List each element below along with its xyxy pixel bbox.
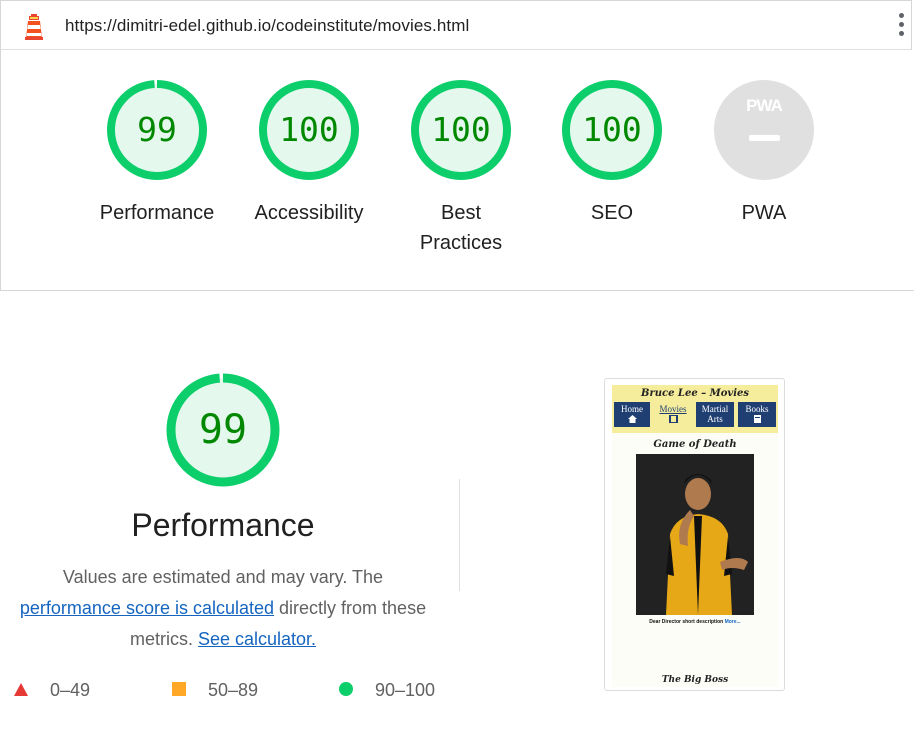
performance-description: Values are estimated and may vary. The p… xyxy=(0,562,446,655)
gauge-score: 100 xyxy=(279,110,339,149)
home-icon xyxy=(627,415,637,423)
gauge-seo[interactable]: 100 SEO xyxy=(547,80,677,228)
performance-detail: 99 Performance Values are estimated and … xyxy=(0,291,914,737)
thumb-nav-label: Books xyxy=(745,404,769,414)
film-icon xyxy=(668,415,678,423)
gauge-score: 100 xyxy=(431,110,491,149)
gauge-label: Performance xyxy=(99,202,215,224)
desc-text: directly from these xyxy=(279,598,427,618)
report-topbar: https://dimitri-edel.github.io/codeinsti… xyxy=(0,0,912,50)
thumb-nav-home: Home xyxy=(614,402,650,427)
gauge-label: Best Practices xyxy=(396,198,526,258)
book-icon xyxy=(753,415,761,423)
gauge-score: 100 xyxy=(582,110,642,149)
thumb-movie-title: Game of Death xyxy=(653,439,737,450)
gauge-label: PWA xyxy=(741,202,787,224)
legend-fail: 0–49 xyxy=(14,680,90,701)
movie-poster-image xyxy=(636,454,754,615)
lighthouse-icon xyxy=(25,14,43,40)
performance-score-large: 99 xyxy=(198,407,248,453)
thumb-nav-label: Martial xyxy=(701,404,729,414)
thumb-site-header: Bruce Lee – Movies Home Movies Martial A… xyxy=(612,385,778,433)
thumb-nav-movies: Movies xyxy=(654,402,692,427)
performance-gauge-large: 99 xyxy=(166,373,280,487)
thumb-nav-label: Movies xyxy=(659,404,687,414)
thumb-caption: Dear Director short description More... xyxy=(612,619,778,625)
legend-range: 50–89 xyxy=(208,680,259,700)
thumb-next-title: The Big Boss xyxy=(661,675,729,685)
thumb-caption-text: Dear Director short description xyxy=(649,619,724,625)
thumb-nav-martial-arts: Martial Arts xyxy=(696,402,734,427)
thumb-nav-label: Arts xyxy=(707,414,723,424)
vertical-dots-icon[interactable] xyxy=(894,13,908,43)
divider xyxy=(459,479,460,591)
thumb-nav-books: Books xyxy=(738,402,776,427)
scores-summary: 99 Performance 100 Accessibility 100 Bes… xyxy=(0,50,914,291)
orange-square-icon xyxy=(172,682,186,696)
gauge-accessibility[interactable]: 100 Accessibility xyxy=(244,80,374,228)
gauge-performance[interactable]: 99 Performance xyxy=(92,80,222,228)
gauge-pwa[interactable]: PWA PWA xyxy=(699,80,829,228)
gauge-score: 99 xyxy=(137,110,177,149)
legend-range: 0–49 xyxy=(50,680,91,700)
gauge-label: SEO xyxy=(590,202,634,224)
desc-text: Values are estimated and may vary. The xyxy=(62,567,384,587)
pwa-badge-text: PWA xyxy=(746,96,783,115)
legend-range: 90–100 xyxy=(375,680,436,700)
desc-text: metrics. xyxy=(129,629,193,649)
thumb-site-title: Bruce Lee – Movies xyxy=(641,388,749,399)
green-circle-icon xyxy=(339,682,353,696)
thumb-more-link: More... xyxy=(724,619,741,625)
see-calculator-link[interactable]: See calculator. xyxy=(198,629,316,649)
legend-pass: 90–100 xyxy=(339,680,435,701)
gauge-best-practices[interactable]: 100 Best Practices xyxy=(396,80,526,258)
legend-average: 50–89 xyxy=(172,680,258,701)
pwa-badge-icon: PWA xyxy=(714,80,814,180)
final-screenshot-thumbnail[interactable]: Bruce Lee – Movies Home Movies Martial A… xyxy=(604,378,785,691)
performance-title: Performance xyxy=(131,507,315,543)
gauge-label-line: Practices xyxy=(419,232,503,254)
thumb-nav-label: Home xyxy=(621,404,643,414)
red-triangle-icon xyxy=(14,683,28,696)
score-calculated-link[interactable]: performance score is calculated xyxy=(20,598,274,618)
report-url[interactable]: https://dimitri-edel.github.io/codeinsti… xyxy=(65,16,469,36)
gauge-label-line: Best xyxy=(440,202,482,224)
gauge-label: Accessibility xyxy=(254,202,364,224)
